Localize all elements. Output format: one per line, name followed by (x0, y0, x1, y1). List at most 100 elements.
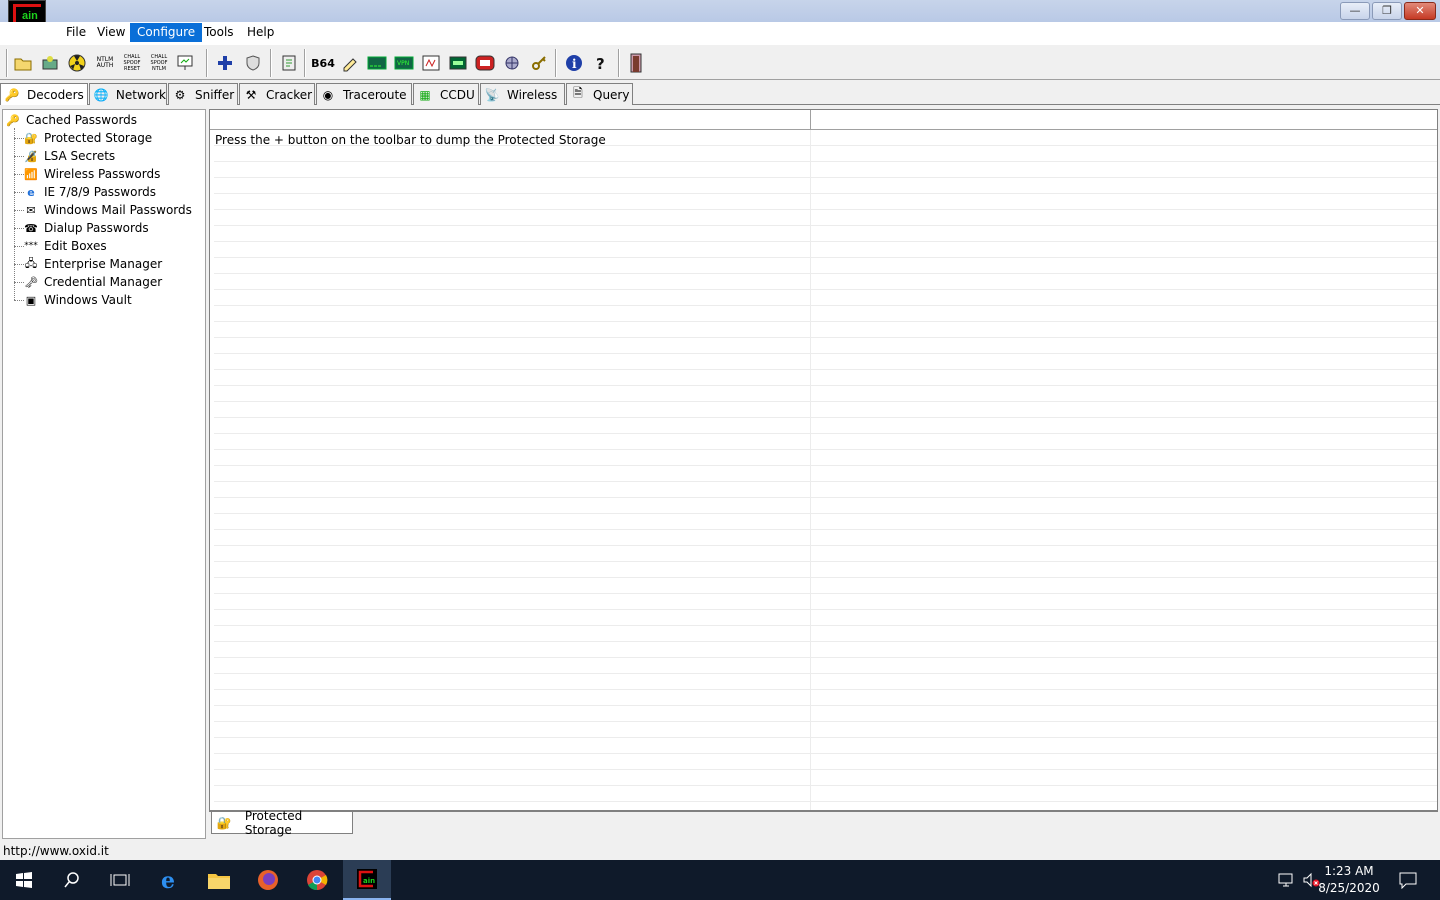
tree-item-wireless-passwords[interactable]: 📶 Wireless Passwords (23, 165, 160, 183)
title-bar: — ❐ ✕ (0, 0, 1440, 22)
open-folder-icon[interactable] (12, 52, 34, 74)
network-adapter-icon[interactable] (39, 52, 61, 74)
wireless-antenna-icon: 📡 (484, 87, 500, 102)
clock[interactable]: 1:23 AM 8/25/2020 (1314, 863, 1384, 897)
tree-item-protected-storage[interactable]: 🔐 Protected Storage (23, 129, 152, 147)
certificate-icon[interactable] (278, 52, 300, 74)
vault-icon: ▣ (25, 293, 37, 307)
restore-button[interactable]: ❐ (1372, 2, 1402, 20)
column-separator[interactable] (810, 110, 811, 130)
internet-explorer-icon: e (27, 185, 35, 199)
info-icon[interactable]: i (563, 52, 585, 74)
tree-item-windows-mail-passwords[interactable]: ✉ Windows Mail Passwords (23, 201, 191, 219)
network-globe-icon: 🌐 (93, 87, 109, 102)
ntlm-auth-icon[interactable]: NTLM AUTH (93, 52, 117, 74)
minimize-button[interactable]: — (1340, 2, 1370, 20)
clock-date: 8/25/2020 (1318, 881, 1380, 895)
tab-protected-storage[interactable]: 🔐 Protected Storage (211, 809, 353, 837)
main-tabs: 🔑 Decoders 🌐 Network ⚙ Sniffer ⚒ Cracker… (0, 83, 1440, 105)
taskbar: e ain 1:23 AM 8/25/2020 (0, 860, 1440, 900)
tree-item-windows-vault[interactable]: ▣ Windows Vault (23, 291, 132, 309)
tab-sniffer[interactable]: ⚙ Sniffer (168, 83, 238, 105)
tree-item-enterprise-manager[interactable]: 🖧 Enterprise Manager (23, 255, 162, 273)
enterprise-manager-icon: 🖧 (24, 256, 38, 270)
bottom-tabs: 🔐 Protected Storage (209, 809, 1438, 837)
cain-taskbar-icon[interactable]: ain (343, 860, 391, 900)
add-plus-icon[interactable] (214, 52, 236, 74)
close-button[interactable]: ✕ (1404, 2, 1436, 20)
tree-item-edit-boxes[interactable]: *** Edit Boxes (23, 237, 106, 255)
toolbar: NTLM AUTH CHALL SPOOF RESET CHALL SPOOF … (0, 44, 1440, 80)
clock-time: 1:23 AM (1324, 864, 1374, 878)
vpn-dump-icon[interactable]: VPN (393, 52, 415, 74)
key-icon[interactable] (528, 52, 550, 74)
windows-start-icon[interactable] (0, 860, 48, 900)
lsa-secrets-dump-icon[interactable] (366, 52, 388, 74)
menu-bar: File View Configure Tools Help (0, 22, 1440, 44)
hash-calculator-icon[interactable] (339, 52, 361, 74)
list-header (210, 110, 1437, 130)
chrome-icon[interactable] (293, 860, 341, 900)
notifications-icon[interactable] (1398, 860, 1418, 900)
protected-storage-icon: 🔐 (24, 131, 38, 145)
tab-traceroute[interactable]: ◉ Traceroute (316, 83, 412, 105)
protected-storage-icon: 🔐 (216, 815, 232, 830)
tab-query[interactable]: 🗎 Query (566, 83, 633, 105)
svg-text:VPN: VPN (397, 60, 409, 67)
cracker-icon: ⚒ (245, 87, 257, 102)
apr-poison-icon[interactable] (66, 52, 88, 74)
app-logo-text: ain (22, 10, 38, 22)
svg-text:e: e (161, 868, 175, 892)
sniffer-icon: ⚙ (174, 87, 186, 102)
tree-item-credential-manager[interactable]: 🗝 Credential Manager (23, 273, 162, 291)
help-question-icon[interactable]: ? (590, 52, 612, 74)
remove-shield-icon[interactable] (242, 52, 264, 74)
list-rows (214, 130, 1437, 810)
menu-configure[interactable]: Configure (130, 23, 203, 42)
tree-item-dialup-passwords[interactable]: ☎ Dialup Passwords (23, 219, 148, 237)
tree-item-cached-passwords[interactable]: 🔑 Cached Passwords (5, 111, 137, 129)
task-view-icon[interactable] (96, 860, 144, 900)
svg-text:?: ? (596, 55, 605, 72)
tree-view: 🔑 Cached Passwords 🔐 Protected Storage 🔏… (2, 109, 206, 839)
menu-view[interactable]: View (90, 23, 132, 42)
dialup-icon: ☎ (24, 221, 38, 235)
chall-spoof-reset-icon[interactable]: CHALL SPOOF RESET (120, 52, 144, 74)
wireless-scanner-icon[interactable] (420, 52, 442, 74)
monitor-icon[interactable] (174, 52, 196, 74)
tab-network[interactable]: 🌐 Network (89, 83, 167, 105)
keys-icon: 🔑 (6, 113, 20, 127)
tree-item-lsa-secrets[interactable]: 🔏 LSA Secrets (23, 147, 115, 165)
tab-wireless[interactable]: 📡 Wireless (480, 83, 565, 105)
svg-text:i: i (572, 57, 577, 71)
menu-help[interactable]: Help (240, 23, 281, 42)
base64-decoder-icon[interactable]: B64 (311, 52, 335, 74)
tab-decoders[interactable]: 🔑 Decoders (0, 83, 88, 105)
menu-tools[interactable]: Tools (197, 23, 241, 42)
edit-box-icon: *** (24, 241, 38, 251)
menu-file[interactable]: File (59, 23, 93, 42)
ccdu-icon: ▦ (419, 87, 431, 102)
network-tools-icon[interactable] (501, 52, 523, 74)
internet-explorer-icon[interactable]: e (147, 860, 195, 900)
decoders-icon: 🔑 (4, 87, 20, 102)
tab-ccdu[interactable]: ▦ CCDU (413, 83, 479, 105)
lsa-secrets-icon: 🔏 (24, 149, 38, 163)
windows-mail-icon: ✉ (26, 203, 36, 217)
tab-cracker[interactable]: ⚒ Cracker (239, 83, 315, 105)
window-controls: — ❐ ✕ (1340, 2, 1436, 20)
status-bar: http://www.oxid.it (0, 842, 1440, 860)
chall-spoof-ntlm-icon[interactable]: CHALL SPOOF NTLM (147, 52, 171, 74)
traceroute-icon: ◉ (322, 87, 334, 102)
query-icon: 🗎 (573, 86, 583, 100)
record-icon[interactable] (474, 52, 496, 74)
file-explorer-icon[interactable] (195, 860, 243, 900)
search-icon[interactable] (48, 860, 96, 900)
credential-manager-icon: 🗝 (24, 275, 38, 289)
exit-door-icon[interactable] (625, 52, 647, 74)
network-tray-icon[interactable] (1278, 860, 1296, 900)
tree-item-ie-passwords[interactable]: e IE 7/8/9 Passwords (23, 183, 156, 201)
list-view[interactable]: Press the + button on the toolbar to dum… (209, 109, 1438, 811)
terminal-icon[interactable] (447, 52, 469, 74)
firefox-icon[interactable] (244, 860, 292, 900)
